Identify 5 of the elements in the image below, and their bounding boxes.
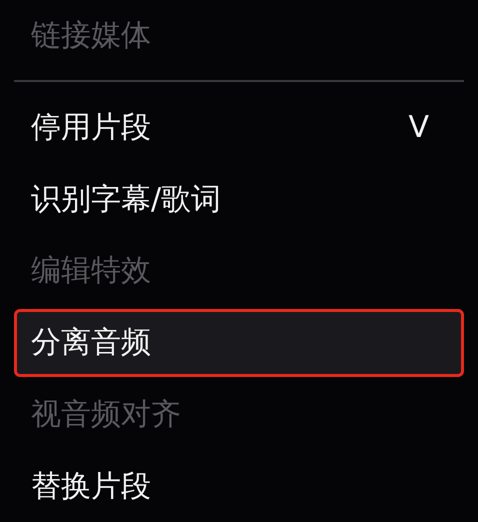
menu-item[interactable]: 停用片段 V bbox=[14, 94, 464, 162]
menu-item[interactable]: 分离音频 bbox=[14, 308, 464, 377]
shortcut-key: V bbox=[408, 110, 429, 145]
menu-item[interactable]: 替换片段 bbox=[14, 452, 464, 520]
menu-item[interactable]: 识别字幕/歌词 bbox=[14, 165, 464, 234]
